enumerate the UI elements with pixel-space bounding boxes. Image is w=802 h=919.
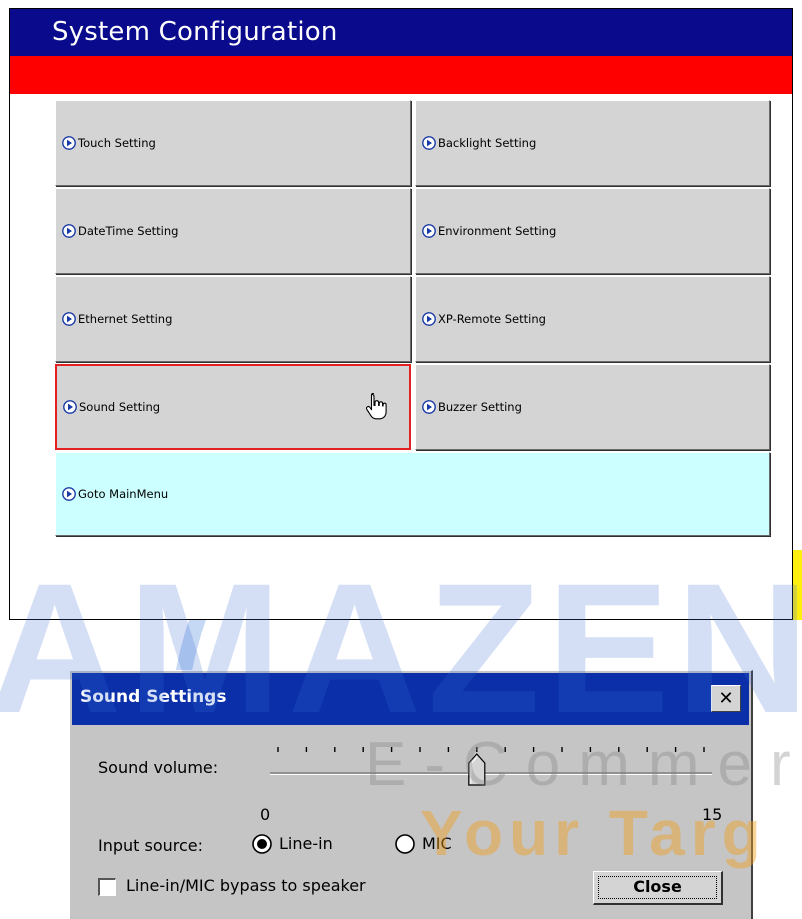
radio-mic[interactable] — [395, 834, 415, 854]
input-source-label: Input source: — [98, 836, 204, 855]
slider-thumb[interactable] — [468, 753, 486, 786]
circle-arrow-right-icon — [62, 312, 76, 326]
goto-mainmenu-button[interactable]: Goto MainMenu — [55, 452, 770, 536]
circle-arrow-right-icon — [62, 136, 76, 150]
sound-settings-dialog: Sound Settings ✕ Sound volume: 0 15 Inpu… — [69, 670, 753, 919]
close-button[interactable]: Close — [593, 871, 723, 905]
backlight-setting-button[interactable]: Backlight Setting — [415, 100, 770, 186]
button-label: Backlight Setting — [438, 136, 537, 150]
button-label: Buzzer Setting — [438, 400, 522, 414]
sound-setting-button[interactable]: Sound Setting — [55, 364, 411, 450]
close-button-label: Close — [633, 877, 682, 896]
slider-ticks — [277, 747, 705, 752]
circle-arrow-right-icon — [422, 224, 436, 238]
volume-min-label: 0 — [260, 805, 271, 824]
bypass-checkbox-label: Line-in/MIC bypass to speaker — [126, 876, 366, 895]
accent-bar — [10, 56, 792, 94]
radio-line-in-label: Line-in — [279, 834, 333, 853]
circle-arrow-right-icon — [62, 487, 76, 501]
dialog-title: Sound Settings — [80, 687, 227, 707]
window-title: System Configuration — [52, 17, 338, 47]
bypass-checkbox[interactable] — [98, 878, 116, 896]
hand-pointer-icon — [365, 393, 387, 420]
circle-arrow-right-icon — [422, 400, 436, 414]
circle-arrow-right-icon — [63, 400, 77, 414]
dialog-close-x-button[interactable]: ✕ — [711, 685, 741, 712]
button-label: Goto MainMenu — [78, 487, 169, 501]
buzzer-setting-button[interactable]: Buzzer Setting — [415, 364, 770, 450]
button-label: Ethernet Setting — [78, 312, 173, 326]
button-label: Environment Setting — [438, 224, 557, 238]
sound-volume-label: Sound volume: — [98, 758, 219, 777]
button-label: Touch Setting — [78, 136, 156, 150]
ethernet-setting-button[interactable]: Ethernet Setting — [55, 276, 411, 362]
sound-volume-slider[interactable] — [268, 743, 718, 801]
button-label: Sound Setting — [79, 400, 161, 414]
dialog-title-bar: Sound Settings ✕ — [72, 673, 749, 725]
button-label: DateTime Setting — [78, 224, 179, 238]
button-label: XP-Remote Setting — [438, 312, 546, 326]
circle-arrow-right-icon — [422, 312, 436, 326]
title-bar: System Configuration — [10, 9, 792, 56]
datetime-setting-button[interactable]: DateTime Setting — [55, 188, 411, 274]
radio-line-in[interactable] — [252, 834, 272, 854]
close-icon: ✕ — [718, 688, 734, 709]
radio-mic-label: MIC — [422, 834, 452, 853]
circle-arrow-right-icon — [422, 136, 436, 150]
xp-remote-setting-button[interactable]: XP-Remote Setting — [415, 276, 770, 362]
volume-max-label: 15 — [702, 805, 723, 824]
environment-setting-button[interactable]: Environment Setting — [415, 188, 770, 274]
system-configuration-window: System Configuration Touch Setting Backl… — [9, 8, 793, 620]
circle-arrow-right-icon — [62, 224, 76, 238]
touch-setting-button[interactable]: Touch Setting — [55, 100, 411, 186]
